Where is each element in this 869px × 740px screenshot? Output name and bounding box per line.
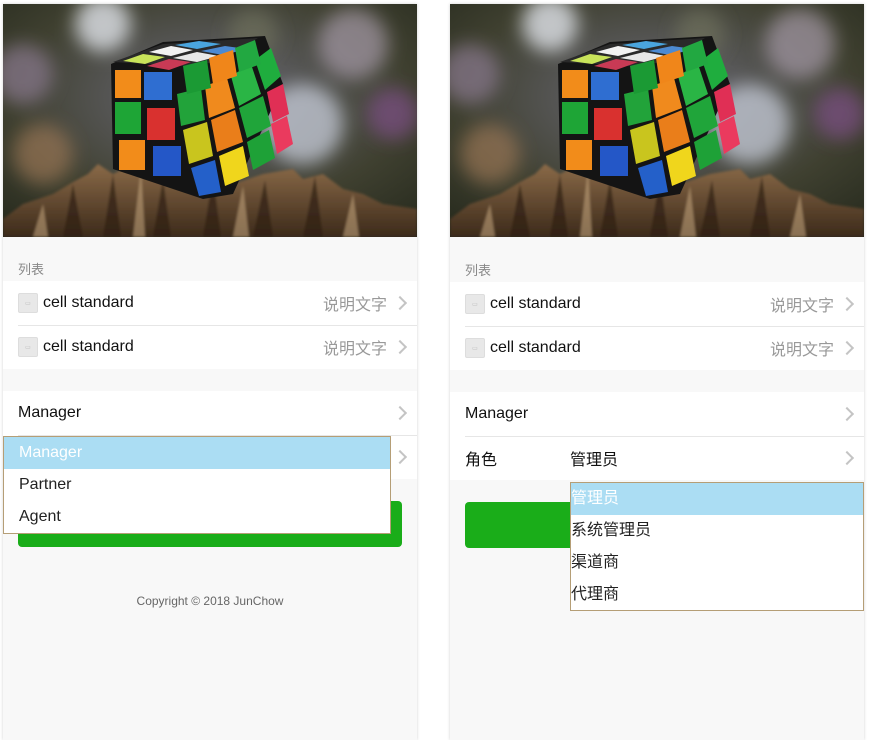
role-value: 管理员 — [570, 452, 619, 469]
dropdown-option[interactable]: 系统管理员 — [571, 515, 863, 547]
placeholder-thumbnail-icon: ▭ — [465, 338, 485, 358]
cell-description: 说明文字 — [322, 341, 387, 358]
dropdown-option[interactable]: 代理商 — [571, 579, 863, 611]
dropdown-option[interactable]: Partner — [4, 469, 390, 501]
chevron-right-icon — [839, 296, 855, 312]
cell-title: cell standard — [490, 339, 581, 356]
copyright-text: Copyright © 2018 JunChow — [136, 594, 284, 608]
chevron-right-icon — [839, 450, 855, 466]
cell-list: ▭ cell standard 说明文字 ▭ cell standard 说明文… — [450, 282, 864, 370]
select-cell[interactable]: Manager — [450, 392, 864, 436]
chevron-right-icon — [392, 339, 408, 355]
section-title: 列表 — [465, 263, 492, 278]
role-select-cell[interactable]: 角色 管理员 — [450, 436, 864, 480]
dropdown-option-selected[interactable]: Manager — [4, 437, 390, 469]
chevron-right-icon — [392, 295, 408, 311]
cell-description: 说明文字 — [322, 297, 387, 314]
list-cell[interactable]: ▭ cell standard 说明文字 — [3, 325, 417, 369]
cell-description: 说明文字 — [769, 298, 834, 315]
hero-banner-image — [3, 4, 417, 237]
placeholder-thumbnail-icon: ▭ — [18, 293, 38, 313]
cell-title: cell standard — [43, 294, 134, 311]
select-cell[interactable]: Manager — [3, 391, 417, 435]
dropdown-option-selected[interactable]: 管理员 — [571, 483, 863, 515]
form-group: Manager 角色 管理员 — [450, 392, 864, 480]
list-cell[interactable]: ▭ cell standard 说明文字 — [450, 282, 864, 326]
hero-banner-image — [450, 4, 864, 237]
placeholder-thumbnail-icon: ▭ — [18, 337, 38, 357]
role-dropdown-list: 管理员 系统管理员 渠道商 代理商 — [570, 482, 864, 611]
section-title: 列表 — [18, 262, 45, 277]
chevron-right-icon — [392, 405, 408, 421]
cell-description: 说明文字 — [769, 342, 834, 359]
cell-title: cell standard — [43, 338, 134, 355]
dropdown-option[interactable]: 渠道商 — [571, 547, 863, 579]
placeholder-thumbnail-icon: ▭ — [465, 294, 485, 314]
select-value: Manager — [465, 405, 529, 422]
chevron-right-icon — [839, 406, 855, 422]
role-dropdown-list: Manager Partner Agent — [3, 436, 391, 534]
cell-list: ▭ cell standard 说明文字 ▭ cell standard 说明文… — [3, 281, 417, 369]
dropdown-option[interactable]: Agent — [4, 501, 390, 533]
list-cell[interactable]: ▭ cell standard 说明文字 — [3, 281, 417, 325]
chevron-right-icon — [839, 340, 855, 356]
left-screen: 列表 ▭ cell standard 说明文字 ▭ cell standard … — [3, 4, 417, 740]
chevron-right-icon — [392, 449, 408, 465]
role-label: 角色 — [465, 452, 498, 469]
list-cell[interactable]: ▭ cell standard 说明文字 — [450, 326, 864, 370]
right-screen: 列表 ▭ cell standard 说明文字 ▭ cell standard … — [450, 4, 864, 740]
select-value: Manager — [18, 404, 82, 421]
cell-title: cell standard — [490, 295, 581, 312]
